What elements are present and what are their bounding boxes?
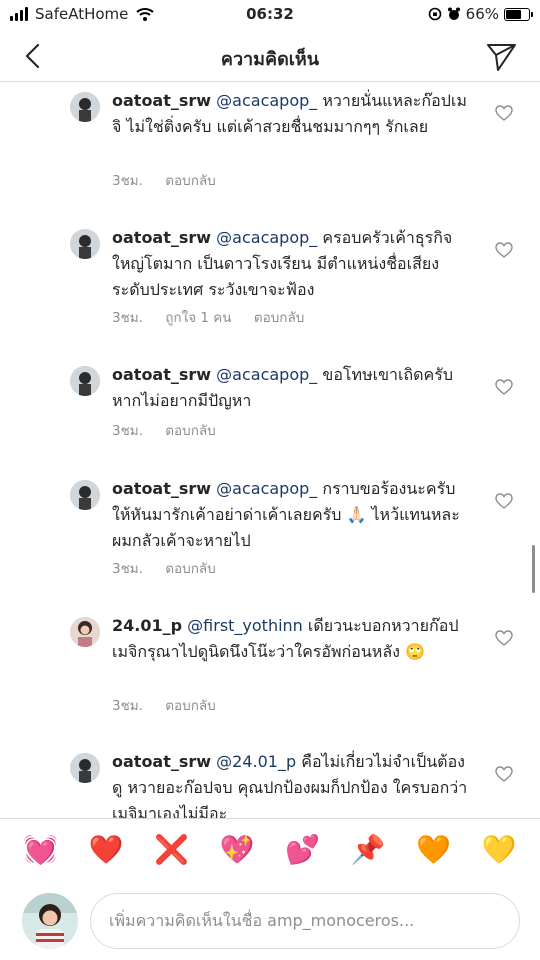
alarm-icon — [447, 7, 460, 20]
comment-time: 3ชม. — [112, 423, 143, 439]
comment-time: 3ชม. — [112, 310, 143, 326]
reply-button[interactable]: ตอบกลับ — [165, 423, 215, 439]
scrollbar[interactable] — [532, 545, 535, 593]
header: ความคิดเห็น — [0, 30, 540, 82]
comment-username[interactable]: oatoat_srw — [112, 91, 211, 110]
comment-mention[interactable]: @acacapop_ — [216, 365, 317, 384]
emoji-quick-bar: 💓 ❤️ ❌ 💖 💕 📌 🧡 💛 — [0, 818, 540, 880]
paper-plane-icon[interactable] — [484, 39, 518, 73]
comment-composer: เพิ่มความคิดเห็นในชื่อ amp_monoceros... — [0, 880, 540, 960]
comment-input[interactable]: เพิ่มความคิดเห็นในชื่อ amp_monoceros... — [90, 893, 520, 949]
reply-button[interactable]: ตอบกลับ — [165, 698, 215, 714]
heart-icon[interactable] — [495, 105, 513, 121]
comment-mention[interactable]: @acacapop_ — [216, 91, 317, 110]
emoji-button[interactable]: 💓 — [21, 833, 61, 866]
comment-username[interactable]: oatoat_srw — [112, 365, 211, 384]
emoji-button[interactable]: ❌ — [152, 833, 192, 866]
comment-mention[interactable]: @acacapop_ — [216, 479, 317, 498]
heart-icon[interactable] — [495, 493, 513, 509]
avatar[interactable] — [70, 753, 100, 783]
emoji-button[interactable]: ❤️ — [86, 833, 126, 866]
comment-mention[interactable]: @first_yothinn — [187, 616, 303, 635]
page-title: ความคิดเห็น — [220, 49, 320, 70]
my-avatar — [22, 893, 78, 949]
comment-time: 3ชม. — [112, 173, 143, 189]
comment-username[interactable]: oatoat_srw — [112, 479, 211, 498]
battery-percent: 66% — [465, 5, 499, 23]
emoji-button[interactable]: 🧡 — [414, 833, 454, 866]
battery-icon — [504, 7, 533, 21]
orientation-lock-icon — [428, 7, 441, 21]
emoji-button[interactable]: 💖 — [217, 833, 257, 866]
comment-username[interactable]: 24.01_p — [112, 616, 182, 635]
avatar[interactable] — [70, 229, 100, 259]
reply-button[interactable]: ตอบกลับ — [165, 173, 215, 189]
heart-icon[interactable] — [495, 766, 513, 782]
status-bar: SafeAtHome 06:32 66% — [0, 0, 540, 30]
comment-time: 3ชม. — [112, 698, 143, 714]
comments-list[interactable]: oatoat_srw @acacapop_ หวายนั่นแหละก๊อปเม… — [0, 83, 540, 818]
reply-button[interactable]: ตอบกลับ — [165, 561, 215, 577]
avatar[interactable] — [70, 366, 100, 396]
avatar[interactable] — [70, 480, 100, 510]
comment-mention[interactable]: @acacapop_ — [216, 228, 317, 247]
avatar[interactable] — [70, 92, 100, 122]
reply-button[interactable]: ตอบกลับ — [254, 310, 304, 326]
comment-time: 3ชม. — [112, 561, 143, 577]
emoji-button[interactable]: 💕 — [283, 833, 323, 866]
heart-icon[interactable] — [495, 379, 513, 395]
emoji-button[interactable]: 📌 — [348, 833, 388, 866]
avatar[interactable] — [70, 617, 100, 647]
likes-count[interactable]: ถูกใจ 1 คน — [165, 310, 231, 326]
comment-username[interactable]: oatoat_srw — [112, 752, 211, 771]
heart-icon[interactable] — [495, 242, 513, 258]
comment-mention[interactable]: @24.01_p — [216, 752, 296, 771]
comment-username[interactable]: oatoat_srw — [112, 228, 211, 247]
heart-icon[interactable] — [495, 630, 513, 646]
emoji-button[interactable]: 💛 — [479, 833, 519, 866]
